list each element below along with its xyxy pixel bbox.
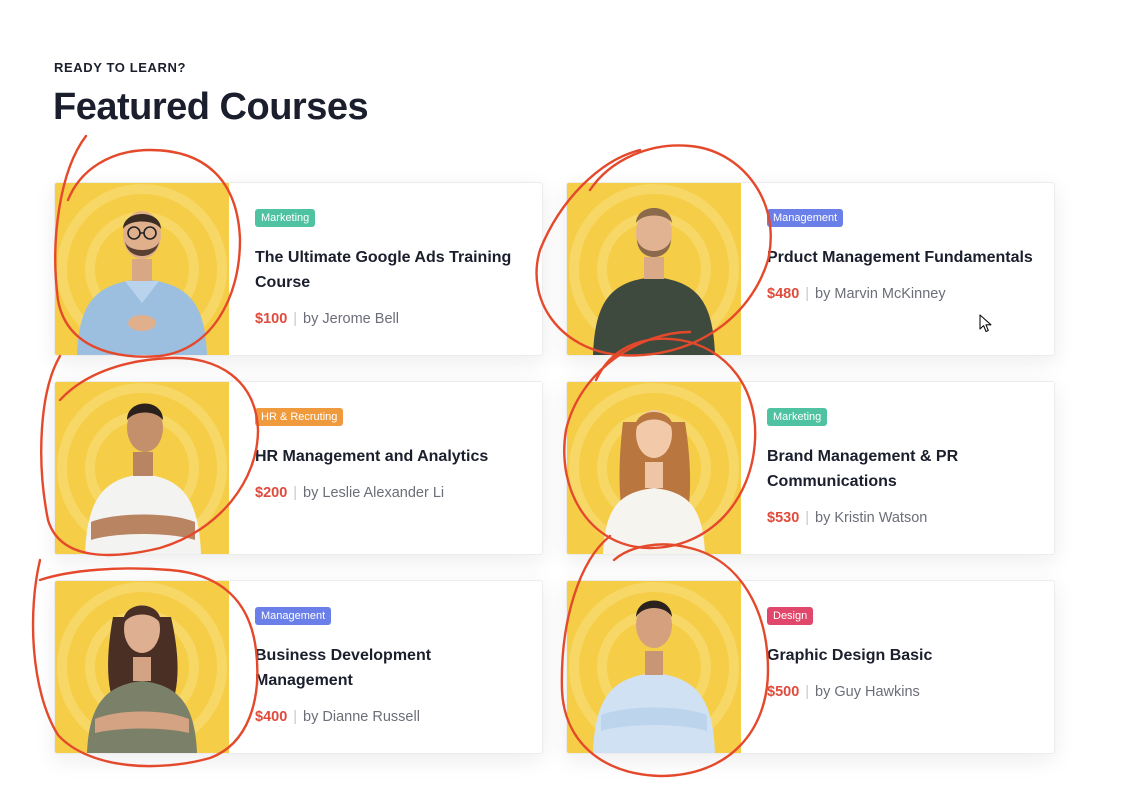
instructor-photo xyxy=(569,184,739,355)
course-meta: $400 | by Dianne Russell xyxy=(255,709,420,725)
course-card[interactable]: Design Graphic Design Basic $500 | by Guy … xyxy=(566,580,1055,754)
course-instructor: by Jerome Bell xyxy=(303,311,399,327)
course-title[interactable]: Brand Management & PR Communications xyxy=(767,444,1036,494)
course-price: $400 xyxy=(255,709,288,725)
course-price: $480 xyxy=(767,286,800,302)
course-title[interactable]: HR Management and Analytics xyxy=(255,444,524,469)
course-title[interactable]: Graphic Design Basic xyxy=(767,643,1036,668)
course-price: $100 xyxy=(255,311,288,327)
course-meta: $500 | by Guy Hawkins xyxy=(767,684,920,700)
course-thumbnail xyxy=(55,382,229,554)
meta-separator: | xyxy=(805,684,810,700)
meta-separator: | xyxy=(293,311,298,327)
category-tag[interactable]: Design xyxy=(767,607,814,625)
instructor-photo xyxy=(57,383,227,554)
course-instructor: by Leslie Alexander Li xyxy=(303,485,445,501)
course-meta: $480 | by Marvin McKinney xyxy=(767,286,946,302)
course-card[interactable]: Marketing Brand Management & PR Communic… xyxy=(566,381,1055,555)
course-thumbnail xyxy=(567,382,741,554)
course-price: $500 xyxy=(767,684,800,700)
category-tag[interactable]: Marketing xyxy=(255,209,316,227)
course-meta: $530 | by Kristin Watson xyxy=(767,510,927,526)
course-card[interactable]: Marketing The Ultimate Google Ads Traini… xyxy=(54,182,543,356)
mouse-cursor-icon xyxy=(979,314,992,333)
eyebrow-label: READY TO LEARN? xyxy=(54,60,187,75)
category-tag[interactable]: HR & Recruting xyxy=(255,408,344,426)
course-card[interactable]: Management Business Development Manageme… xyxy=(54,580,543,754)
course-meta: $100 | by Jerome Bell xyxy=(255,311,399,327)
instructor-photo xyxy=(569,383,739,554)
course-title[interactable]: The Ultimate Google Ads Training Course xyxy=(255,245,524,295)
course-thumbnail xyxy=(567,581,741,753)
course-thumbnail xyxy=(567,183,741,355)
meta-separator: | xyxy=(293,485,298,501)
course-thumbnail xyxy=(55,581,229,753)
category-tag[interactable]: Marketing xyxy=(767,408,828,426)
instructor-photo xyxy=(569,582,739,753)
course-title[interactable]: Business Development Management xyxy=(255,643,524,693)
course-meta: $200 | by Leslie Alexander Li xyxy=(255,485,444,501)
meta-separator: | xyxy=(805,510,810,526)
course-card[interactable]: HR & Recruting HR Management and Analyti… xyxy=(54,381,543,555)
course-instructor: by Kristin Watson xyxy=(815,510,928,526)
instructor-photo xyxy=(57,184,227,355)
course-instructor: by Guy Hawkins xyxy=(815,684,920,700)
course-price: $530 xyxy=(767,510,800,526)
course-price: $200 xyxy=(255,485,288,501)
instructor-photo xyxy=(57,582,227,753)
course-instructor: by Dianne Russell xyxy=(303,709,420,725)
meta-separator: | xyxy=(293,709,298,725)
meta-separator: | xyxy=(805,286,810,302)
course-instructor: by Marvin McKinney xyxy=(815,286,946,302)
category-tag[interactable]: Management xyxy=(255,607,332,625)
category-tag[interactable]: Management xyxy=(767,209,844,227)
page-title: Featured Courses xyxy=(53,86,369,128)
course-title[interactable]: Prduct Management Fundamentals xyxy=(767,245,1036,270)
course-thumbnail xyxy=(55,183,229,355)
